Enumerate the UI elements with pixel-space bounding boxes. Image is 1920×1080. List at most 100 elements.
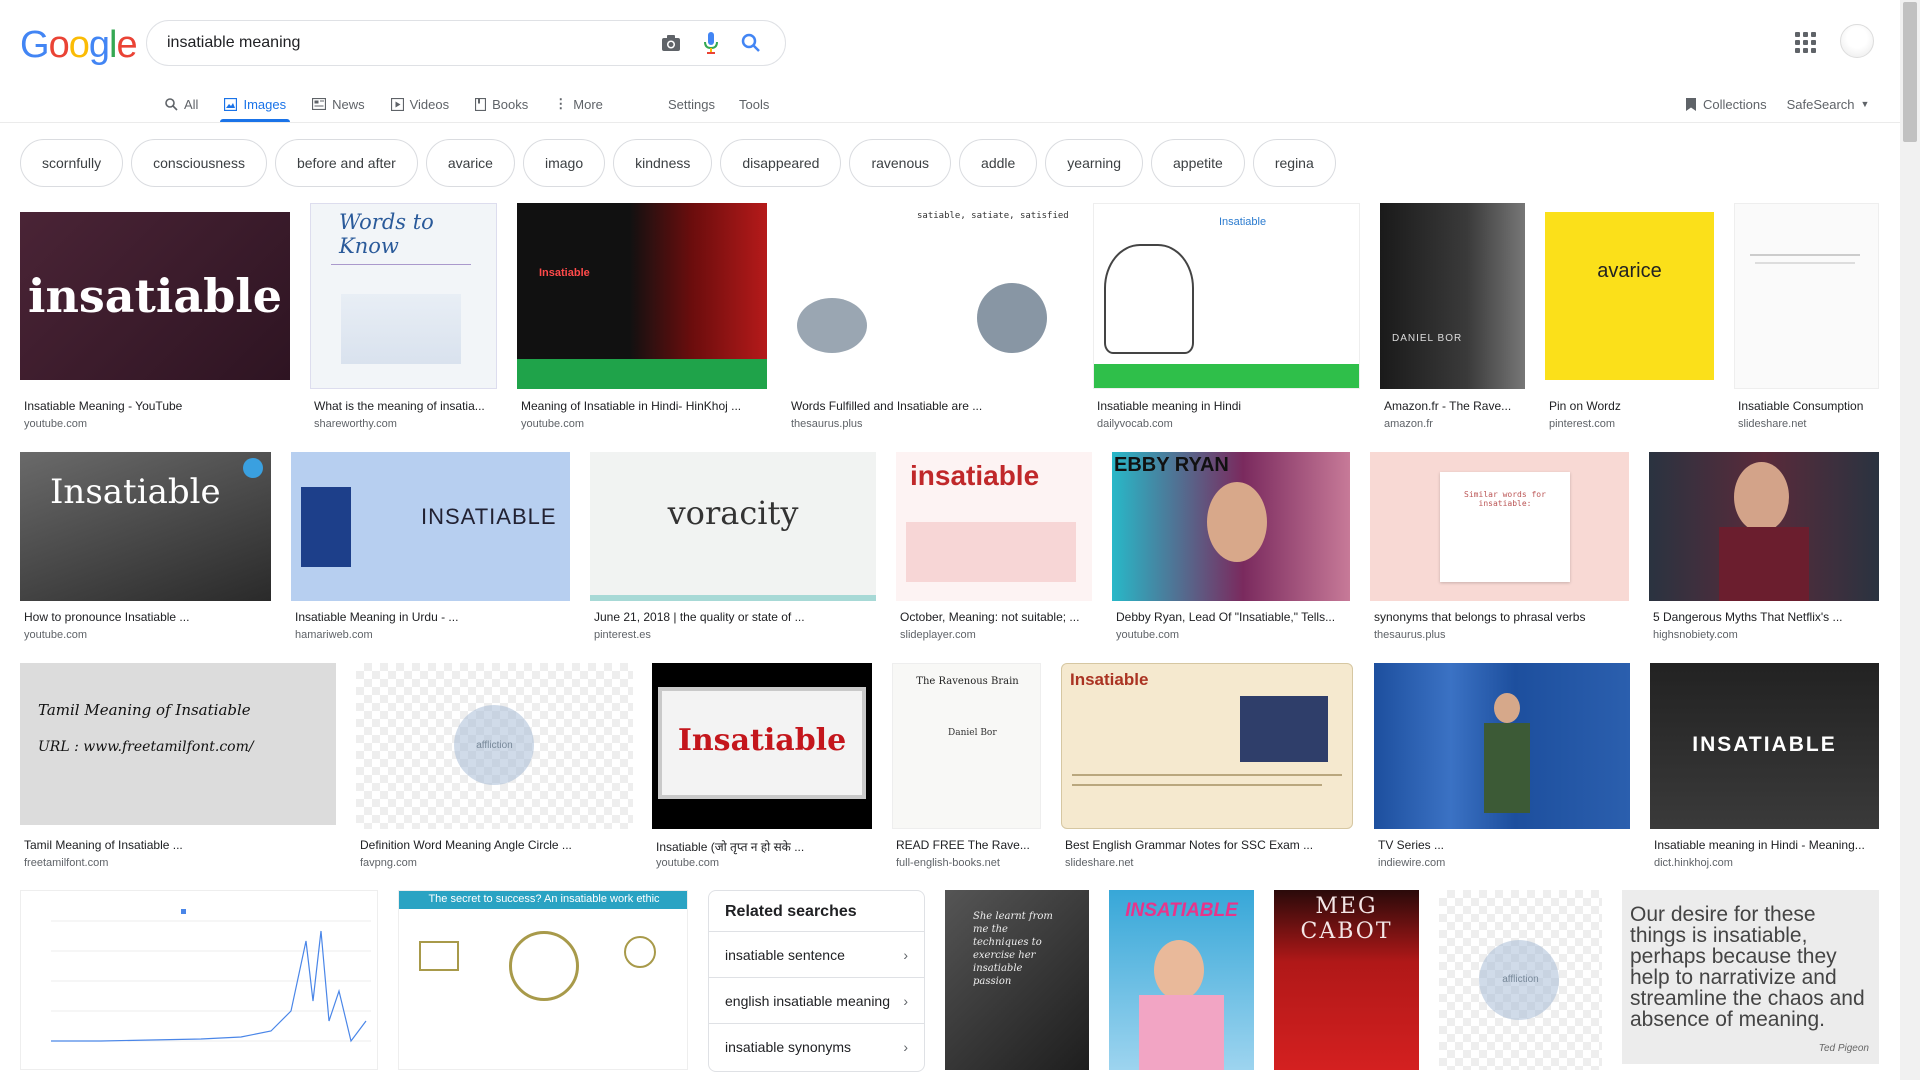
result-source[interactable]: highsnobiety.com — [1653, 629, 1879, 641]
result-source[interactable]: dict.hinkhoj.com — [1654, 857, 1879, 869]
search-icon[interactable] — [731, 23, 771, 63]
tab-more[interactable]: ⋮ More — [554, 86, 603, 122]
account-avatar[interactable] — [1840, 24, 1874, 58]
settings-link[interactable]: Settings — [668, 97, 715, 112]
result-source[interactable]: full-english-books.net — [896, 857, 1041, 869]
result-source[interactable]: thesaurus.plus — [1374, 629, 1629, 641]
result-thumbnail[interactable]: Insatiable — [517, 203, 767, 389]
result-thumbnail[interactable]: Tamil Meaning of Insatiable URL : www.fr… — [20, 663, 336, 825]
result-caption[interactable]: Words Fulfilled and Insatiable are ... — [791, 399, 1073, 413]
result-source[interactable]: shareworthy.com — [314, 418, 497, 430]
result-caption[interactable]: Pin on Wordz — [1549, 399, 1714, 413]
chip[interactable]: disappeared — [720, 139, 842, 187]
result-thumbnail[interactable]: Our desire for these things is insatiabl… — [1622, 890, 1879, 1064]
chip[interactable]: appetite — [1151, 139, 1245, 187]
camera-icon[interactable] — [651, 23, 691, 63]
chip[interactable]: ravenous — [849, 139, 952, 187]
chip[interactable]: imago — [522, 139, 606, 187]
tab-books[interactable]: Books — [475, 86, 528, 122]
apps-grid-icon[interactable] — [1793, 30, 1817, 54]
result-caption[interactable]: Insatiable (जो तृप्त न हो सके ... — [656, 838, 872, 855]
result-thumbnail[interactable]: insatiable — [896, 452, 1092, 601]
result-source[interactable]: dailyvocab.com — [1097, 418, 1360, 430]
result-thumbnail[interactable]: MEG CABOT — [1274, 890, 1419, 1070]
result-caption[interactable]: Meaning of Insatiable in Hindi- HinKhoj … — [521, 399, 767, 413]
result-thumbnail[interactable]: Insatiable — [1093, 203, 1360, 389]
chip[interactable]: avarice — [425, 139, 515, 187]
result-source[interactable]: youtube.com — [1116, 629, 1350, 641]
google-logo[interactable]: Google — [20, 24, 138, 67]
related-search-item[interactable]: insatiable sentence › — [709, 931, 924, 977]
chip[interactable]: scornfully — [20, 139, 124, 187]
result-caption[interactable]: 5 Dangerous Myths That Netflix's ... — [1653, 610, 1879, 624]
result-caption[interactable]: Debby Ryan, Lead Of "Insatiable," Tells.… — [1116, 610, 1350, 624]
result-thumbnail[interactable]: She learnt from me the techniques to exe… — [945, 890, 1089, 1070]
result-caption[interactable]: Insatiable Meaning - YouTube — [24, 399, 294, 413]
search-input[interactable] — [167, 34, 651, 52]
result-source[interactable]: youtube.com — [656, 857, 872, 869]
tools-link[interactable]: Tools — [739, 97, 769, 112]
result-source[interactable]: pinterest.com — [1549, 418, 1714, 430]
result-caption[interactable]: Insatiable Consumption — [1738, 399, 1879, 413]
result-thumbnail[interactable]: Similar words for insatiable: — [1370, 452, 1629, 601]
related-search-item[interactable]: english insatiable meaning › — [709, 977, 924, 1023]
chip[interactable]: addle — [959, 139, 1038, 187]
result-thumbnail[interactable]: INSATIABLE — [291, 452, 570, 601]
scrollbar-thumb[interactable] — [1903, 2, 1917, 142]
result-source[interactable]: hamariweb.com — [295, 629, 570, 641]
result-thumbnail[interactable]: insatiable — [20, 212, 290, 380]
result-source[interactable]: favpng.com — [360, 857, 633, 869]
result-thumbnail[interactable]: voracity — [590, 452, 876, 601]
result-thumbnail[interactable]: satiable, satiate, satisfied — [787, 203, 1073, 389]
result-thumbnail[interactable]: Insatiable — [20, 452, 271, 601]
result-source[interactable]: youtube.com — [24, 629, 271, 641]
result-thumbnail[interactable]: The Ravenous Brain Daniel Bor — [892, 663, 1041, 829]
result-thumbnail[interactable] — [1734, 203, 1879, 389]
result-thumbnail[interactable]: EBBY RYAN — [1112, 452, 1350, 601]
result-thumbnail[interactable] — [1649, 452, 1879, 601]
result-source[interactable]: youtube.com — [24, 418, 294, 430]
result-caption[interactable]: Insatiable meaning in Hindi - Meaning... — [1654, 838, 1879, 852]
chip[interactable]: yearning — [1045, 139, 1143, 187]
collections-button[interactable]: Collections — [1685, 97, 1767, 112]
result-source[interactable]: slideplayer.com — [900, 629, 1092, 641]
result-source[interactable]: thesaurus.plus — [791, 418, 1073, 430]
result-source[interactable]: pinterest.es — [594, 629, 876, 641]
result-caption[interactable]: June 21, 2018 | the quality or state of … — [594, 610, 876, 624]
chip[interactable]: consciousness — [131, 139, 267, 187]
result-caption[interactable]: TV Series ... — [1378, 838, 1630, 852]
result-source[interactable]: youtube.com — [521, 418, 767, 430]
result-source[interactable]: freetamilfont.com — [24, 857, 336, 869]
result-caption[interactable]: Amazon.fr - The Rave... — [1384, 399, 1525, 413]
tab-all[interactable]: All — [165, 86, 198, 122]
result-thumbnail[interactable]: affliction — [356, 663, 633, 829]
chip[interactable]: kindness — [613, 139, 713, 187]
result-source[interactable]: slideshare.net — [1738, 418, 1879, 430]
result-thumbnail[interactable]: avarice — [1545, 212, 1714, 380]
page-scrollbar[interactable] — [1900, 0, 1920, 1080]
result-thumbnail[interactable]: Insatiable — [1061, 663, 1353, 829]
result-source[interactable]: amazon.fr — [1384, 418, 1525, 430]
chip[interactable]: regina — [1252, 139, 1336, 187]
result-caption[interactable]: October, Meaning: not suitable; ... — [900, 610, 1092, 624]
result-caption[interactable]: Insatiable Meaning in Urdu - ... — [295, 610, 570, 624]
result-thumbnail[interactable]: Words to Know — [310, 203, 497, 389]
result-thumbnail[interactable] — [1374, 663, 1630, 829]
result-caption[interactable]: Definition Word Meaning Angle Circle ... — [360, 838, 633, 852]
safesearch-dropdown[interactable]: SafeSearch ▼ — [1787, 97, 1870, 112]
result-caption[interactable]: synonyms that belongs to phrasal verbs — [1374, 610, 1629, 624]
result-thumbnail[interactable]: INSATIABLE — [1650, 663, 1879, 829]
tab-news[interactable]: News — [312, 86, 365, 122]
tab-images[interactable]: Images — [220, 86, 290, 122]
result-thumbnail[interactable]: DANIEL BOR — [1380, 203, 1525, 389]
result-caption[interactable]: Tamil Meaning of Insatiable ... — [24, 838, 336, 852]
result-caption[interactable]: READ FREE The Rave... — [896, 838, 1041, 852]
result-caption[interactable]: What is the meaning of insatia... — [314, 399, 497, 413]
related-search-item[interactable]: insatiable synonyms › — [709, 1023, 924, 1069]
result-caption[interactable]: Insatiable meaning in Hindi — [1097, 399, 1360, 413]
result-caption[interactable]: How to pronounce Insatiable ... — [24, 610, 271, 624]
chip[interactable]: before and after — [274, 139, 418, 187]
result-thumbnail[interactable]: Insatiable — [652, 663, 872, 829]
result-thumbnail[interactable]: The secret to success? An insatiable wor… — [398, 890, 688, 1070]
result-thumbnail[interactable]: INSATIABLE — [1109, 890, 1254, 1070]
